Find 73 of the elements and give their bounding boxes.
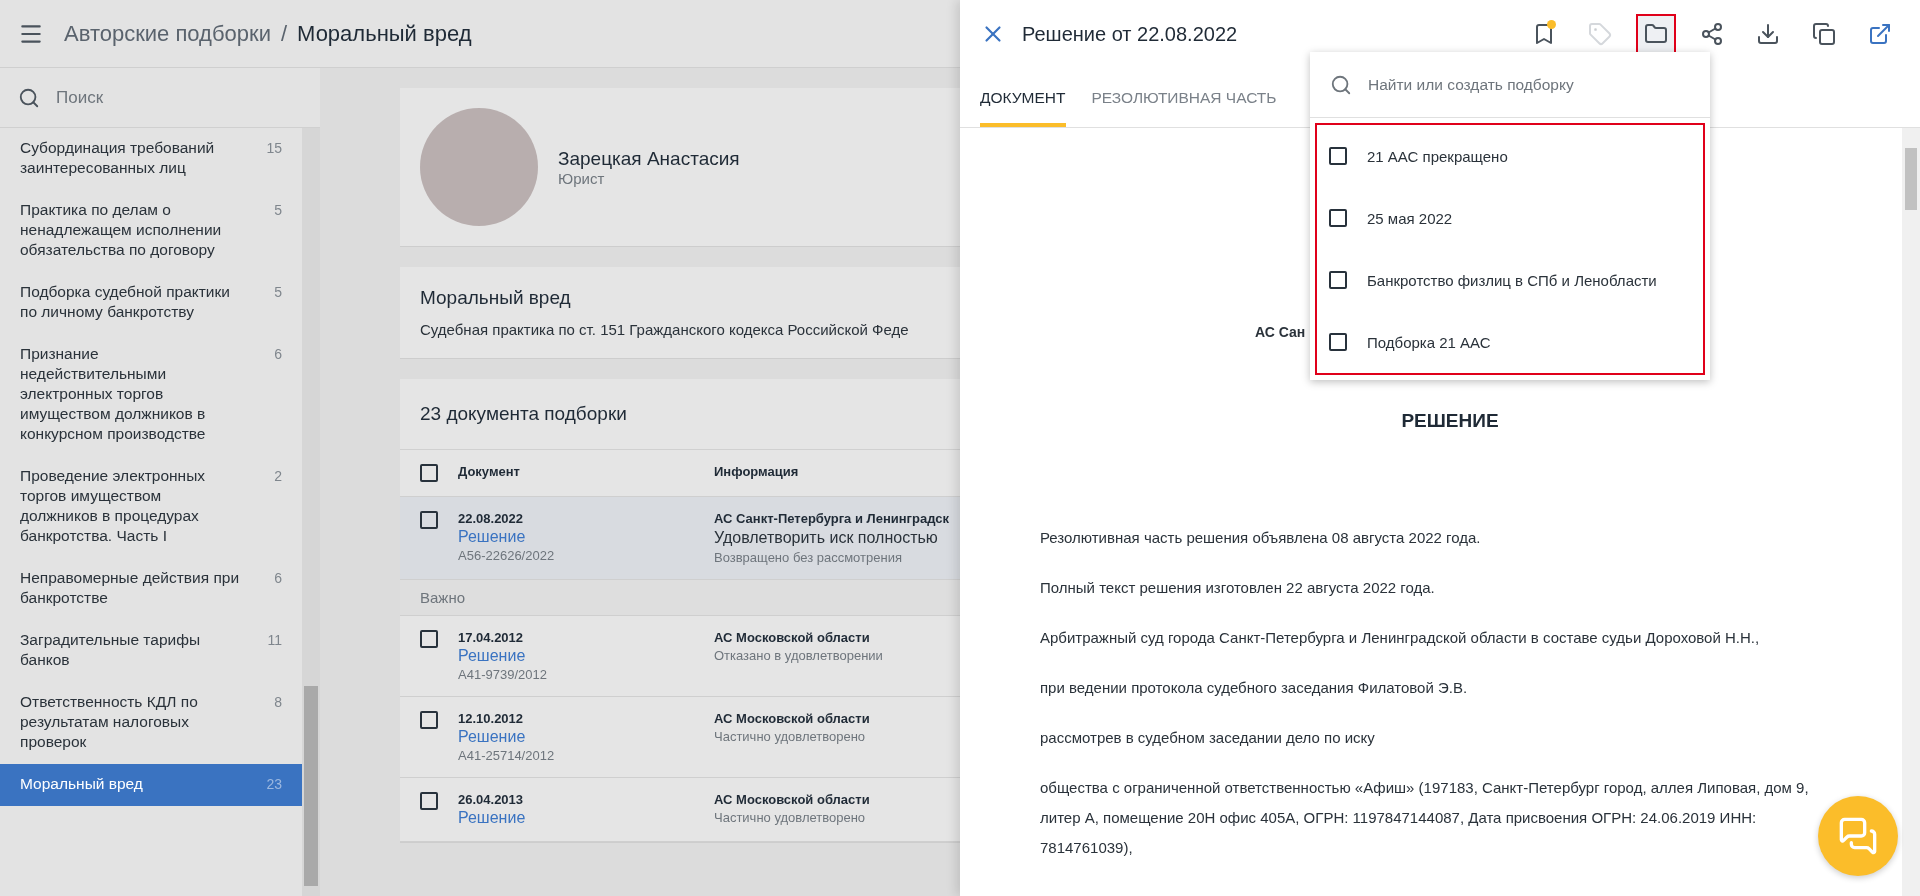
collection-name: Подборка судебной практики по личному банкротству	[20, 282, 231, 322]
document-paragraph: общества с ограниченной ответственностью «Афиш» (197183, Санкт-Петербург город, аллея Липовая, дом 9, литер А, помещение 20Н офис 405А, ОГРН: 1197847144087, Дата присвоения ОГРН: 24.06.2019 ИНН: 7814761039),	[1040, 778, 1810, 858]
collection-description: Судебная практика по ст. 151 Гражданского кодекса Российской Феде	[420, 321, 910, 338]
case-number: А41-9739/2012	[458, 667, 548, 682]
court-name: АС Московской области	[714, 630, 871, 645]
column-header: Документ	[458, 464, 521, 479]
panel-title: Решение от 22.08.2022	[1022, 22, 1239, 46]
collection-name: Заградительные тарифы банков	[20, 630, 202, 670]
document-count: 2	[274, 467, 282, 486]
document-paragraph: рассмотрев в судебном заседании дело по иску	[1040, 728, 1376, 748]
decision-result: Частично удовлетворено	[714, 729, 867, 744]
collection-name: Практика по делам о ненадлежащем исполнении обязательства по договору	[20, 200, 223, 260]
court-name: АС Московской области	[714, 711, 870, 726]
column-header: Информация	[714, 464, 799, 481]
document-count: 6	[274, 345, 282, 364]
breadcrumb-current: Моральный вред	[297, 20, 472, 47]
document-count: 6	[274, 569, 282, 588]
document-date: 17.04.2012	[458, 630, 525, 645]
document-link[interactable]: Решение	[458, 728, 714, 746]
tab[interactable]: ДОКУМЕНТ	[980, 68, 1066, 127]
collection-name: Моральный вред	[20, 774, 144, 794]
collection-name: Признание недействительными электронных торгов имуществом должников в конкурсном производстве	[20, 344, 207, 444]
collection-option[interactable]: 21 ААС прекращено	[1317, 125, 1703, 187]
document-count: 11	[267, 631, 282, 650]
author-role: Юрист	[558, 169, 606, 187]
collection-option[interactable]: 25 мая 2022	[1317, 187, 1703, 249]
document-link[interactable]: Решение	[458, 647, 714, 665]
case-number: А56-22626/2022	[458, 548, 556, 563]
sidebar-item[interactable]: Подборка судебной практики по личному банкротству 5	[0, 272, 302, 334]
collection-name: Субординация требований заинтересованных лиц	[20, 138, 216, 178]
document-date: 26.04.2013	[458, 792, 525, 807]
document-date: 22.08.2022	[458, 511, 525, 526]
decision-result: Частично удовлетворено	[714, 810, 867, 825]
collection-option[interactable]: Подборка 21 ААС	[1317, 311, 1703, 373]
breadcrumb-link[interactable]: Авторские подборки	[64, 20, 271, 47]
sidebar-item[interactable]: Заградительные тарифы банков 11	[0, 620, 302, 682]
document-paragraph: при ведении протокола судебного заседания Филатовой Э.В.	[1040, 678, 1469, 698]
sidebar-item[interactable]: Неправомерные действия при банкротстве 6	[0, 558, 302, 620]
court-name: АС Санкт-Петербурга и Ленинградск	[714, 511, 949, 526]
document-heading: РЕШЕНИЕ	[1401, 410, 1499, 431]
document-count: 5	[274, 283, 282, 302]
document-paragraph: Резолютивная часть решения объявлена 08 августа 2022 года.	[1040, 528, 1482, 548]
document-link[interactable]: Решение	[458, 809, 714, 827]
document-paragraph: Полный текст решения изготовлен 22 августа 2022 года.	[1040, 578, 1436, 598]
sidebar-item[interactable]: Признание недействительными электронных торгов имуществом должников в конкурсном производстве 6	[0, 334, 302, 456]
document-paragraph: Арбитражный суд города Санкт-Петербурга и Ленинградской области в составе судьи Дороховой Н.Н.,	[1040, 628, 1761, 648]
breadcrumb-separator: /	[280, 20, 288, 47]
court-name: АС Московской области	[714, 792, 870, 807]
document-row[interactable]: 22.08.2022 Решение А56-22626/2022 АС Санкт-Петербурга и Ленинградск Удовлетворить иск полностью Возвращено без рассмотрения	[400, 497, 960, 580]
decision-summary: Удовлетворить иск полностью	[714, 529, 939, 547]
decision-result: Возвращено без рассмотрения	[714, 550, 903, 565]
collection-title: Моральный вред	[420, 287, 572, 309]
sidebar-item[interactable]: Моральный вред 23	[0, 764, 302, 806]
collection-name: Неправомерные действия при банкротстве	[20, 568, 241, 608]
decision-result: Отказано в удовлетворении	[714, 648, 883, 663]
collection-name: Ответственность КДЛ по результатам налоговых проверок	[20, 692, 199, 752]
sidebar-item[interactable]: Проведение электронных торгов имуществом должников в процедурах банкротства. Часть I 2	[0, 456, 302, 558]
document-date: 12.10.2012	[458, 711, 525, 726]
document-count: 5	[274, 201, 282, 220]
document-count: 23	[266, 775, 282, 794]
sidebar-item[interactable]: Ответственность КДЛ по результатам налоговых проверок 8	[0, 682, 302, 764]
document-count: 8	[274, 693, 282, 712]
collection-name: Проведение электронных торгов имуществом должников в процедурах банкротства. Часть I	[20, 466, 207, 546]
sidebar-item[interactable]: Субординация требований заинтересованных лиц 15	[0, 128, 302, 190]
court-name: АС Сан	[1255, 324, 1306, 340]
document-count: 15	[266, 139, 282, 158]
collection-option[interactable]: Банкротство физлиц в СПб и Ленобласти	[1317, 249, 1703, 311]
author-name: Зарецкая Анастасия	[558, 147, 740, 170]
case-number: А41-25714/2012	[458, 748, 556, 763]
sidebar-item[interactable]: Практика по делам о ненадлежащем исполнении обязательства по договору 5	[0, 190, 302, 272]
search-field[interactable]: Поиск	[54, 86, 274, 109]
tab[interactable]: РЕЗОЛЮТИВНАЯ ЧАСТЬ	[1091, 68, 1277, 127]
section-header: Важно	[400, 580, 960, 616]
